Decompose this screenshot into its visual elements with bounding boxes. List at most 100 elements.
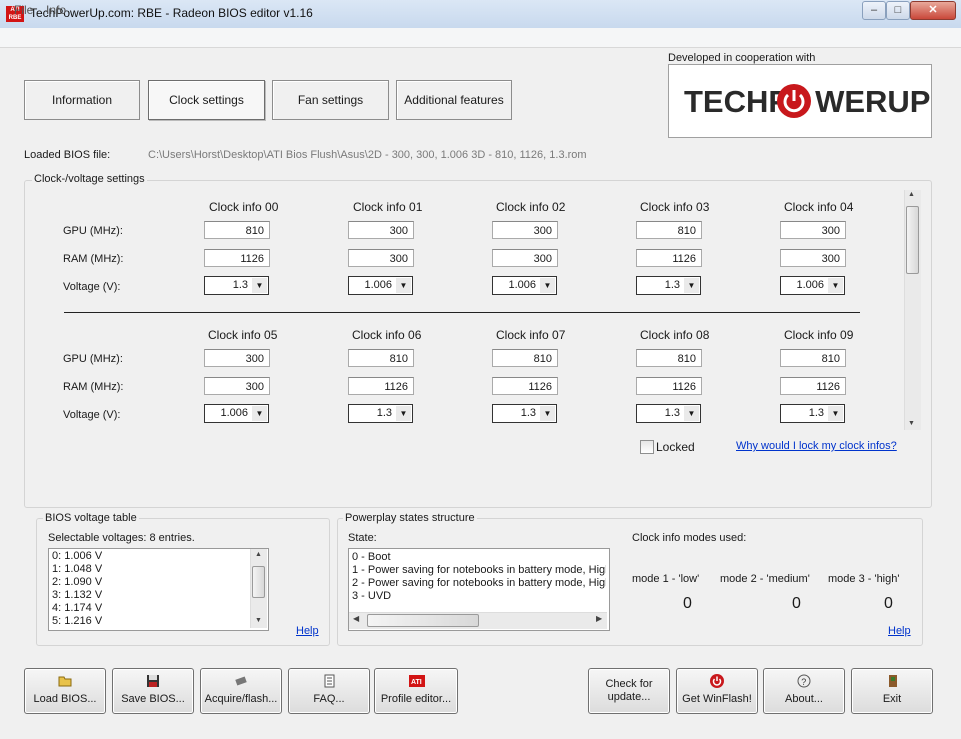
ram-clock-field[interactable]: 1126	[348, 377, 414, 395]
chevron-down-icon[interactable]: ▼	[252, 406, 267, 421]
chevron-down-icon[interactable]: ▼	[540, 278, 555, 293]
check-update-button[interactable]: Check for update...	[588, 668, 670, 714]
chevron-down-icon[interactable]: ▼	[396, 406, 411, 421]
acquire-flash-label: Acquire/flash...	[204, 693, 278, 705]
lock-info-link[interactable]: Why would I lock my clock infos?	[736, 440, 897, 452]
gpu-clock-field[interactable]: 810	[204, 221, 270, 239]
gpu-clock-field[interactable]: 810	[348, 349, 414, 367]
scrollbar-thumb[interactable]	[367, 614, 479, 627]
clock-info-header: Clock info 02	[496, 200, 566, 214]
gpu-clock-field[interactable]: 300	[348, 221, 414, 239]
voltage-table-title: BIOS voltage table	[43, 512, 139, 524]
ram-clock-field[interactable]: 300	[492, 249, 558, 267]
voltage-select[interactable]: 1.3 ▼	[348, 404, 413, 423]
tab-additional-features[interactable]: Additional features	[396, 80, 512, 120]
voltage-select[interactable]: 1.3 ▼	[204, 276, 269, 295]
scroll-up-icon[interactable]: ▲	[255, 551, 262, 558]
clock-info-header: Clock info 07	[496, 328, 566, 342]
list-item[interactable]: 3 - UVD	[352, 590, 606, 603]
tab-information[interactable]: Information	[24, 80, 140, 120]
chevron-down-icon[interactable]: ▼	[684, 406, 699, 421]
loaded-bios-label: Loaded BIOS file:	[24, 149, 111, 161]
locked-label: Locked	[656, 440, 695, 454]
ram-clock-field[interactable]: 1126	[204, 249, 270, 267]
scroll-up-icon[interactable]: ▲	[908, 191, 915, 198]
maximize-button[interactable]: □	[886, 1, 910, 20]
clock-info-header: Clock info 06	[352, 328, 422, 342]
ram-clock-field[interactable]: 1126	[636, 377, 702, 395]
gpu-clock-field[interactable]: 810	[492, 349, 558, 367]
profile-editor-button[interactable]: ATI Profile editor...	[374, 668, 458, 714]
list-item[interactable]: 1: 1.048 V	[52, 563, 102, 576]
minimize-button[interactable]: –	[862, 1, 886, 20]
voltage-select[interactable]: 1.006 ▼	[492, 276, 557, 295]
acquire-flash-button[interactable]: Acquire/flash...	[200, 668, 282, 714]
scrollbar-thumb[interactable]	[906, 206, 919, 274]
list-item[interactable]: 4: 1.174 V	[52, 602, 102, 615]
list-item[interactable]: 2: 1.090 V	[52, 576, 102, 589]
load-bios-button[interactable]: Load BIOS...	[24, 668, 106, 714]
voltage-select[interactable]: 1.3 ▼	[636, 276, 701, 295]
ati-logo-icon: ATI	[409, 674, 425, 688]
clock-info-header: Clock info 00	[209, 200, 279, 214]
gpu-clock-field[interactable]: 300	[780, 221, 846, 239]
clock-info-header: Clock info 09	[784, 328, 854, 342]
list-item[interactable]: 5: 1.216 V	[52, 615, 102, 628]
scroll-down-icon[interactable]: ▼	[908, 420, 915, 427]
chevron-down-icon[interactable]: ▼	[540, 406, 555, 421]
about-button[interactable]: ? About...	[763, 668, 845, 714]
chevron-down-icon[interactable]: ▼	[396, 278, 411, 293]
ram-clock-field[interactable]: 300	[204, 377, 270, 395]
voltage-select[interactable]: 1.006 ▼	[204, 404, 269, 423]
voltage-select[interactable]: 1.006 ▼	[348, 276, 413, 295]
voltage-select[interactable]: 1.3 ▼	[636, 404, 701, 423]
gpu-clock-field[interactable]: 300	[492, 221, 558, 239]
voltage-help-link[interactable]: Help	[296, 625, 319, 637]
voltage-select[interactable]: 1.3 ▼	[780, 404, 845, 423]
ram-clock-field[interactable]: 1126	[636, 249, 702, 267]
scroll-down-icon[interactable]: ▼	[255, 617, 262, 624]
list-item[interactable]: 3: 1.132 V	[52, 589, 102, 602]
scroll-left-icon[interactable]: ◀	[353, 614, 359, 623]
floppy-disk-icon	[146, 674, 160, 688]
locked-checkbox[interactable]	[640, 440, 654, 454]
close-button[interactable]: ✕	[910, 1, 956, 20]
list-item[interactable]: 0: 1.006 V	[52, 550, 102, 563]
list-item[interactable]: 2 - Power saving for notebooks in batter…	[352, 577, 606, 590]
scroll-right-icon[interactable]: ▶	[596, 614, 602, 623]
faq-button[interactable]: FAQ...	[288, 668, 370, 714]
scrollbar-thumb[interactable]	[252, 566, 265, 598]
gpu-clock-field[interactable]: 810	[636, 349, 702, 367]
menu-info[interactable]: Info	[46, 3, 66, 17]
gpu-clock-field[interactable]: 810	[780, 349, 846, 367]
gpu-clock-field[interactable]: 300	[204, 349, 270, 367]
voltage-select[interactable]: 1.3 ▼	[492, 404, 557, 423]
voltage-value: 1.3	[664, 279, 680, 291]
save-bios-label: Save BIOS...	[121, 693, 185, 705]
tab-clock-settings[interactable]: Clock settings	[148, 80, 265, 120]
save-bios-button[interactable]: Save BIOS...	[112, 668, 194, 714]
list-item[interactable]: 1 - Power saving for notebooks in batter…	[352, 564, 606, 577]
get-winflash-button[interactable]: Get WinFlash!	[676, 668, 758, 714]
list-item[interactable]: 0 - Boot	[352, 551, 606, 564]
ram-clock-field[interactable]: 300	[348, 249, 414, 267]
get-winflash-label: Get WinFlash!	[682, 693, 752, 705]
chevron-down-icon[interactable]: ▼	[252, 278, 267, 293]
document-icon	[322, 674, 336, 688]
ram-row-label: RAM (MHz):	[63, 253, 124, 265]
chevron-down-icon[interactable]: ▼	[684, 278, 699, 293]
ram-clock-field[interactable]: 1126	[492, 377, 558, 395]
exit-button[interactable]: Exit	[851, 668, 933, 714]
ram-clock-field[interactable]: 1126	[780, 377, 846, 395]
voltage-select[interactable]: 1.006 ▼	[780, 276, 845, 295]
menu-file[interactable]: File	[14, 3, 33, 17]
chevron-down-icon[interactable]: ▼	[828, 278, 843, 293]
tab-fan-settings[interactable]: Fan settings	[272, 80, 389, 120]
voltage-row-label: Voltage (V):	[63, 281, 121, 293]
powerplay-help-link[interactable]: Help	[888, 625, 911, 637]
chevron-down-icon[interactable]: ▼	[828, 406, 843, 421]
voltage-value: 1.006	[796, 279, 824, 291]
modes-label: Clock info modes used:	[632, 532, 747, 544]
ram-clock-field[interactable]: 300	[780, 249, 846, 267]
gpu-clock-field[interactable]: 810	[636, 221, 702, 239]
